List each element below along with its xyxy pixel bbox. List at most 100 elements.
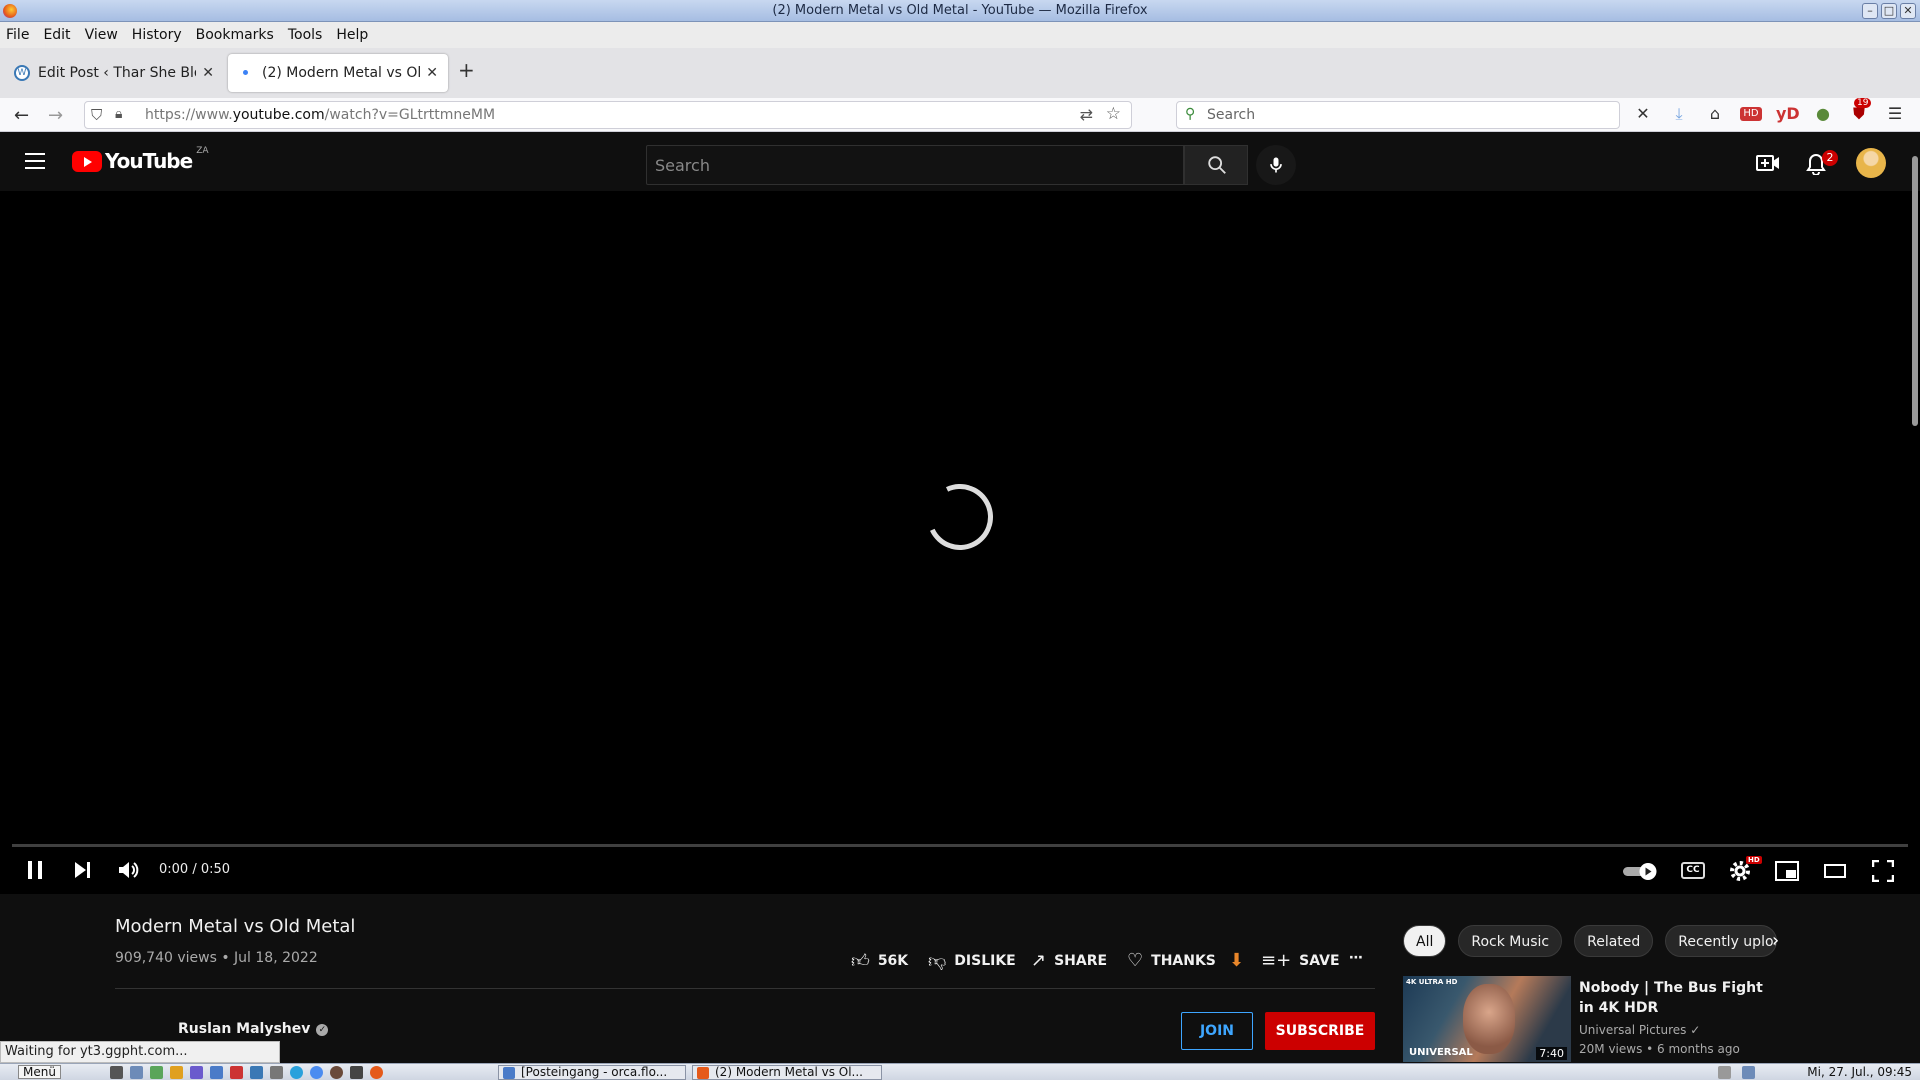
tab-close-icon[interactable]: ✕ — [202, 65, 214, 81]
guide-menu-icon[interactable] — [25, 153, 45, 169]
recommended-channel[interactable]: Universal Pictures ✓ — [1579, 1023, 1700, 1037]
theater-mode-icon[interactable] — [1824, 863, 1846, 879]
terminal-icon[interactable] — [110, 1066, 123, 1079]
window-title: (2) Modern Metal vs Old Metal - YouTube … — [772, 3, 1148, 18]
menu-view[interactable]: View — [85, 27, 118, 43]
folder-icon[interactable] — [170, 1066, 183, 1079]
chevron-right-icon[interactable]: › — [1772, 930, 1779, 951]
create-video-icon[interactable] — [1756, 153, 1780, 173]
dislike-button[interactable]: 👎︎ DISLIKE — [928, 950, 1016, 972]
youtube-search-button[interactable] — [1184, 145, 1248, 185]
app-green-icon[interactable] — [150, 1066, 163, 1079]
youtube-logo[interactable]: YouTube ZA — [72, 146, 209, 173]
voice-search-button[interactable] — [1256, 145, 1296, 185]
tab-youtube[interactable]: (2) Modern Metal vs Old Metal ✕ — [228, 54, 448, 92]
files-icon[interactable] — [130, 1066, 143, 1079]
taskbar-window-mail[interactable]: [Posteingang - orca.flo... — [498, 1065, 686, 1080]
taskbar-window-firefox[interactable]: (2) Modern Metal vs Ol... — [692, 1065, 882, 1080]
download-extension-button[interactable]: ⬇ — [1229, 950, 1252, 971]
yd-extension-icon[interactable]: yD — [1776, 104, 1800, 123]
chip-related[interactable]: Related — [1574, 925, 1654, 957]
chip-rock-music[interactable]: Rock Music — [1458, 925, 1563, 957]
menu-file[interactable]: File — [6, 27, 29, 43]
miniplayer-icon[interactable] — [1775, 861, 1799, 881]
app-blue-icon[interactable] — [250, 1066, 263, 1079]
tab-edit-post[interactable]: W Edit Post ‹ Thar She Blows ✕ — [4, 54, 224, 92]
thumbs-up-icon: 👍︎ — [851, 951, 870, 972]
app-red-icon[interactable] — [230, 1066, 243, 1079]
lock-icon[interactable]: 🔒︎ — [115, 106, 122, 122]
video-progress-bar[interactable] — [12, 844, 1908, 847]
share-button[interactable]: ↗ SHARE — [1031, 950, 1107, 971]
thumbs-down-icon: 👎︎ — [928, 951, 947, 972]
chat-icon[interactable] — [310, 1066, 323, 1079]
pause-icon[interactable] — [26, 860, 44, 880]
volume-tray-icon[interactable] — [1718, 1066, 1731, 1079]
recommended-thumbnail[interactable]: 4K ULTRA HD UNIVERSAL 7:40 — [1403, 976, 1571, 1062]
hd-extension-icon[interactable]: HD — [1740, 107, 1762, 121]
youtube-search-input[interactable]: Search — [646, 145, 1184, 185]
app-purple-icon[interactable] — [190, 1066, 203, 1079]
autoplay-toggle[interactable] — [1622, 861, 1660, 881]
video-duration: 7:40 — [1536, 1047, 1567, 1060]
share-arrow-icon: ↗ — [1031, 950, 1047, 971]
page-scrollbar[interactable] — [1912, 156, 1918, 426]
mail-icon[interactable] — [210, 1066, 223, 1079]
youtube-wordmark: YouTube — [105, 149, 193, 173]
chip-recently-uploaded[interactable]: Recently uploa — [1665, 925, 1778, 957]
shield-icon[interactable]: ⛉ — [91, 106, 102, 124]
like-count: 56K — [877, 953, 909, 969]
account-avatar[interactable] — [1856, 148, 1886, 178]
volume-icon[interactable] — [117, 859, 141, 881]
more-actions-button[interactable]: ⋯ — [1349, 950, 1363, 966]
menu-tools[interactable]: Tools — [288, 27, 323, 43]
subscribe-button[interactable]: SUBSCRIBE — [1265, 1012, 1375, 1050]
taskbar: Menü [Posteingang - orca.flo... (2) Mode… — [0, 1063, 1920, 1080]
camera-icon[interactable] — [350, 1066, 363, 1079]
like-button[interactable]: 👍︎ 56K — [851, 950, 908, 972]
menu-edit[interactable]: Edit — [43, 27, 70, 43]
back-arrow-icon[interactable]: ← — [14, 105, 29, 126]
thanks-button[interactable]: ♡ THANKS — [1127, 950, 1216, 971]
menu-help[interactable]: Help — [336, 27, 368, 43]
home-icon[interactable]: ⌂ — [1704, 104, 1726, 123]
window-controls: – □ ✕ — [1862, 3, 1916, 19]
chip-all[interactable]: All — [1403, 925, 1447, 957]
playlist-add-icon: ≡+ — [1261, 950, 1292, 971]
bookmark-star-icon[interactable]: ☆ — [1106, 104, 1121, 124]
firefox-launcher-icon[interactable] — [370, 1066, 383, 1079]
browser-search-bar[interactable]: ⚲ Search — [1176, 101, 1620, 129]
network-tray-icon[interactable] — [1742, 1066, 1755, 1079]
wordpress-icon: W — [14, 65, 30, 81]
forward-arrow-icon[interactable]: → — [48, 105, 63, 126]
hamburger-menu-icon[interactable]: ☰ — [1884, 104, 1906, 123]
subtitles-button[interactable]: CC — [1681, 862, 1705, 879]
extension-green-icon[interactable]: ● — [1812, 104, 1834, 123]
recommended-title[interactable]: Nobody | The Bus Fight in 4K HDR — [1579, 978, 1779, 1018]
tab-close-icon[interactable]: ✕ — [426, 65, 438, 81]
download-icon[interactable]: ⤓ — [1668, 104, 1690, 124]
save-button[interactable]: ≡+ SAVE — [1261, 950, 1340, 971]
thumbnail-face — [1463, 984, 1515, 1054]
fullscreen-icon[interactable] — [1872, 860, 1894, 882]
telegram-icon[interactable] — [290, 1066, 303, 1079]
close-window-button[interactable]: ✕ — [1900, 3, 1916, 19]
url-text[interactable]: https://www.youtube.com/watch?v=GLtrttmn… — [145, 107, 495, 123]
screen: (2) Modern Metal vs Old Metal - YouTube … — [0, 0, 1920, 1080]
channel-name[interactable]: Ruslan Malyshev ✓ — [178, 1021, 329, 1037]
maximize-button[interactable]: □ — [1881, 3, 1897, 19]
search-icon — [1208, 156, 1226, 174]
new-tab-button[interactable]: + — [458, 58, 475, 82]
menu-bookmarks[interactable]: Bookmarks — [196, 27, 274, 43]
app-grey-icon[interactable] — [270, 1066, 283, 1079]
next-video-icon[interactable] — [72, 860, 92, 880]
app-brown-icon[interactable] — [330, 1066, 343, 1079]
minimize-button[interactable]: – — [1862, 3, 1878, 19]
menu-history[interactable]: History — [132, 27, 182, 43]
translate-icon[interactable]: ⇄ — [1080, 105, 1093, 124]
url-bar[interactable]: ⛉ 🔒︎ https://www.youtube.com/watch?v=GLt… — [84, 101, 1132, 129]
tab-label: Edit Post ‹ Thar She Blows — [38, 65, 196, 81]
join-button[interactable]: JOIN — [1181, 1012, 1253, 1050]
stop-icon[interactable]: ✕ — [1632, 104, 1654, 123]
start-menu-button[interactable]: Menü — [18, 1065, 61, 1079]
